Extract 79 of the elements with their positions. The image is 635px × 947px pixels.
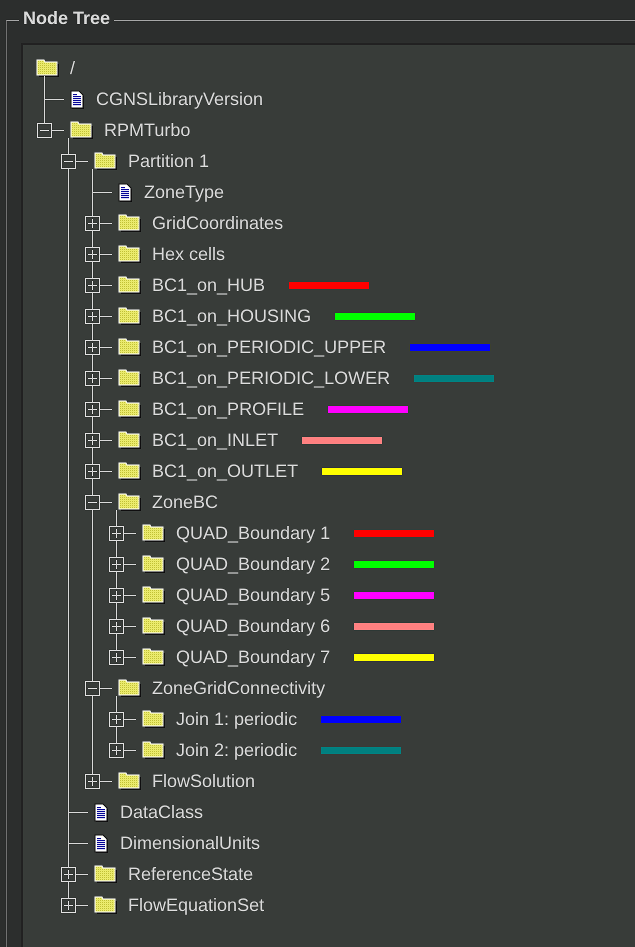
tree-toggle[interactable]	[109, 557, 124, 572]
tree-toggle[interactable]	[61, 898, 76, 913]
folder-icon	[142, 524, 166, 543]
folder-icon	[142, 648, 166, 667]
node-label[interactable]: BC1_on_HOUSING	[152, 306, 312, 327]
node-label[interactable]: BC1_on_PROFILE	[152, 399, 304, 420]
node-label[interactable]: QUAD_Boundary 2	[176, 554, 330, 575]
node-label[interactable]: DimensionalUnits	[120, 833, 260, 854]
tree-toggle[interactable]	[85, 309, 100, 324]
tree-toggle[interactable]	[109, 743, 124, 758]
tree-toggle[interactable]	[109, 650, 124, 665]
tree-toggle[interactable]	[85, 247, 100, 262]
node-label[interactable]: QUAD_Boundary 1	[176, 523, 330, 544]
tree-toggle[interactable]	[61, 154, 76, 169]
tree-toggle[interactable]	[109, 526, 124, 541]
node-label[interactable]: FlowEquationSet	[128, 895, 264, 916]
folder-icon	[70, 121, 94, 140]
folder-icon	[118, 431, 142, 450]
folder-icon	[142, 617, 166, 636]
node-label[interactable]: ZoneType	[144, 182, 224, 203]
node-label[interactable]: QUAD_Boundary 7	[176, 647, 330, 668]
node-label[interactable]: Partition 1	[128, 151, 210, 172]
folder-icon	[118, 338, 142, 357]
folder-icon	[118, 462, 142, 481]
folder-icon	[118, 679, 142, 698]
tree-toggle[interactable]	[37, 123, 52, 138]
folder-icon	[118, 245, 142, 264]
tree-toggle[interactable]	[85, 216, 100, 231]
node-label[interactable]: CGNSLibraryVersion	[96, 89, 264, 110]
tree-toggle[interactable]	[85, 278, 100, 293]
tree-toggle[interactable]	[85, 681, 100, 696]
node-label[interactable]: Hex cells	[152, 244, 226, 265]
folder-icon	[94, 152, 118, 171]
folder-icon	[118, 276, 142, 295]
tree-toggle[interactable]	[61, 867, 76, 882]
node-label[interactable]: BC1_on_OUTLET	[152, 461, 298, 482]
node-label[interactable]: Join 1: periodic	[176, 709, 298, 730]
folder-icon	[142, 586, 166, 605]
folder-icon	[94, 865, 118, 884]
node-label[interactable]: BC1_on_PERIODIC_LOWER	[152, 368, 390, 389]
document-icon	[94, 802, 110, 822]
node-label[interactable]: ZoneBC	[152, 492, 218, 513]
tree-toggle[interactable]	[109, 588, 124, 603]
tree-toggle[interactable]	[85, 464, 100, 479]
document-icon	[94, 834, 110, 854]
folder-icon	[142, 555, 166, 574]
node-label[interactable]: BC1_on_PERIODIC_UPPER	[152, 337, 386, 358]
folder-icon	[94, 896, 118, 915]
node-label[interactable]: ZoneGridConnectivity	[152, 678, 326, 699]
node-label[interactable]: /	[70, 58, 76, 79]
folder-icon	[118, 214, 142, 233]
folder-icon	[118, 400, 142, 419]
tree-toggle[interactable]	[85, 402, 100, 417]
tree-toggle[interactable]	[109, 712, 124, 727]
node-label[interactable]: QUAD_Boundary 6	[176, 616, 330, 637]
node-label[interactable]: DataClass	[120, 802, 204, 823]
node-label[interactable]: FlowSolution	[152, 771, 256, 792]
document-icon	[70, 90, 86, 110]
node-label[interactable]: GridCoordinates	[152, 213, 284, 234]
tree-toggle[interactable]	[85, 340, 100, 355]
node-label[interactable]: Join 2: periodic	[176, 740, 298, 761]
folder-icon	[118, 369, 142, 388]
folder-icon	[118, 493, 142, 512]
tree-toggle[interactable]	[85, 495, 100, 510]
node-label[interactable]: ReferenceState	[128, 864, 254, 885]
folder-icon	[36, 59, 60, 78]
tree-toggle[interactable]	[109, 619, 124, 634]
node-label[interactable]: RPMTurbo	[104, 120, 190, 141]
tree-toggle[interactable]	[85, 433, 100, 448]
tree-toggle[interactable]	[85, 371, 100, 386]
node-label[interactable]: BC1_on_HUB	[152, 275, 266, 296]
folder-icon	[142, 741, 166, 760]
tree-toggle[interactable]	[85, 774, 100, 789]
folder-icon	[118, 772, 142, 791]
node-label[interactable]: QUAD_Boundary 5	[176, 585, 330, 606]
document-icon	[118, 182, 134, 202]
node-label[interactable]: BC1_on_INLET	[152, 430, 278, 451]
folder-icon	[118, 307, 142, 326]
folder-icon	[142, 710, 166, 729]
